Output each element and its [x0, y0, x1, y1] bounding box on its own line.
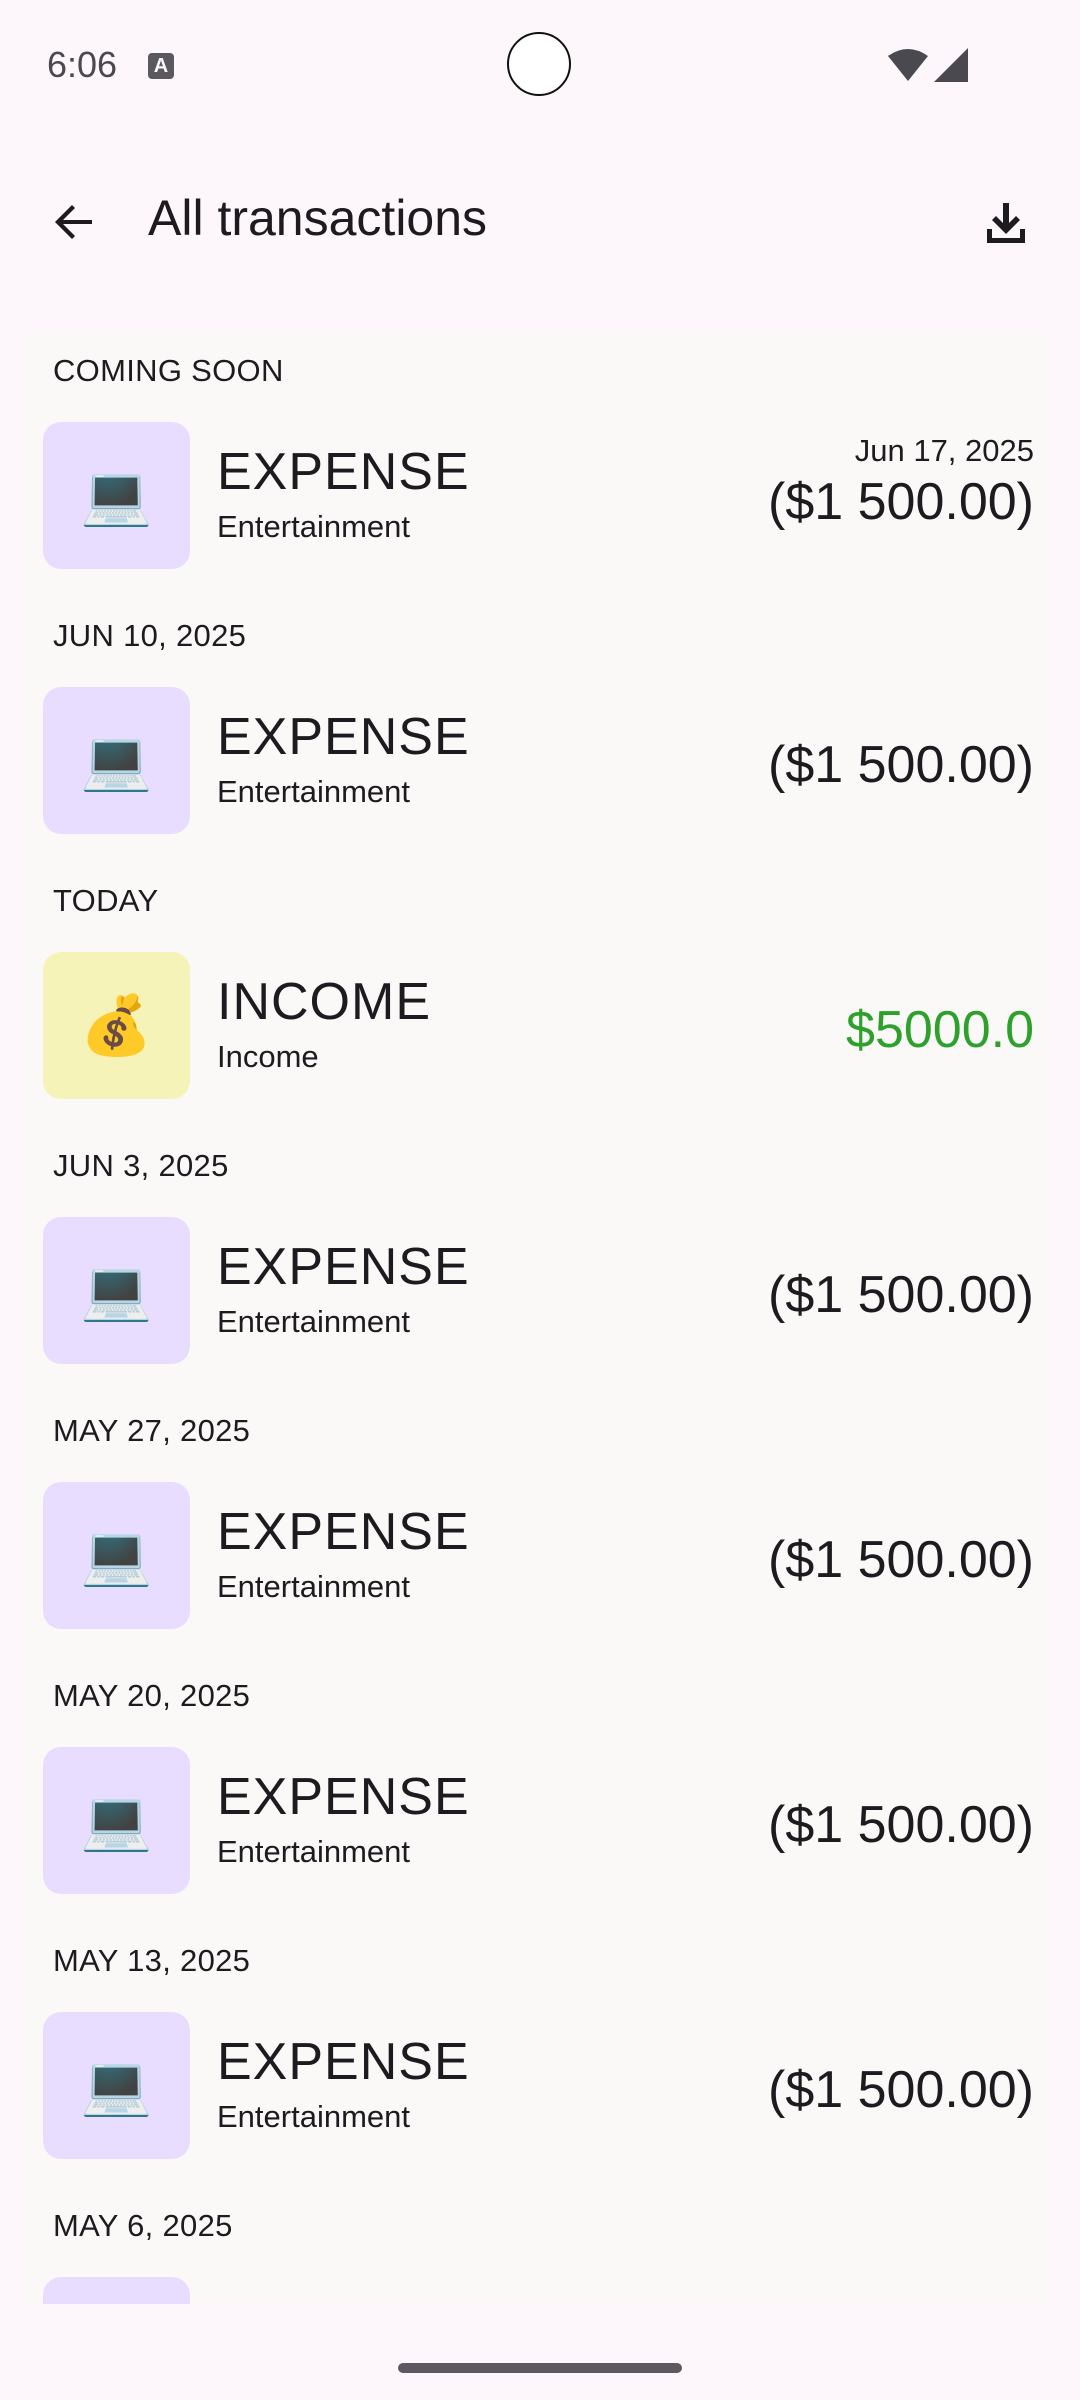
camera-cutout	[507, 32, 571, 96]
accessibility-notification-icon: A	[148, 53, 174, 79]
arrow-back-icon	[55, 205, 92, 239]
status-time: 6:06	[47, 44, 118, 85]
transaction-type: EXPENSE	[217, 1238, 470, 1296]
transaction-section: MAY 13, 2025 💻 EXPENSE Entertainment ($1…	[26, 1922, 1050, 2187]
transaction-amount: ($1 500.00)	[768, 1531, 1034, 1589]
transaction-type: EXPENSE	[217, 708, 470, 766]
transaction-category: Entertainment	[217, 1304, 410, 1339]
transaction-section: TODAY 💰 INCOME Income $5000.0	[26, 862, 1050, 1127]
transaction-category: Entertainment	[217, 1569, 410, 1604]
wifi-icon	[888, 49, 928, 81]
transactions-list[interactable]: COMING SOON 💻 EXPENSE Entertainment Jun …	[26, 332, 1050, 2304]
transaction-section: JUN 10, 2025 💻 EXPENSE Entertainment ($1…	[26, 597, 1050, 862]
app-bar: All transactions	[0, 160, 1080, 272]
transaction-section: MAY 6, 2025	[26, 2187, 1050, 2304]
money-bag-icon: 💰	[43, 952, 190, 1099]
transaction-type: EXPENSE	[217, 1768, 470, 1826]
section-header: JUN 10, 2025	[53, 618, 247, 653]
transaction-amount: ($1 500.00)	[768, 1266, 1034, 1324]
download-icon	[987, 203, 1025, 243]
section-header: TODAY	[53, 883, 159, 918]
transaction-type: INCOME	[217, 973, 431, 1031]
transaction-category: Entertainment	[217, 509, 410, 544]
transaction-row[interactable]	[26, 2277, 1050, 2304]
transaction-row[interactable]: 💰 INCOME Income $5000.0	[26, 952, 1050, 1099]
section-header: MAY 20, 2025	[53, 1678, 251, 1713]
transaction-date: Jun 17, 2025	[854, 433, 1034, 468]
page-title: All transactions	[148, 190, 488, 246]
transaction-amount: ($1 500.00)	[768, 473, 1034, 531]
transaction-category: Income	[217, 1039, 319, 1074]
home-indicator[interactable]	[398, 2363, 682, 2373]
transaction-category: Entertainment	[217, 2099, 410, 2134]
laptop-icon: 💻	[43, 1482, 190, 1629]
download-button[interactable]	[970, 186, 1042, 258]
transaction-section: MAY 27, 2025 💻 EXPENSE Entertainment ($1…	[26, 1392, 1050, 1657]
transaction-type: EXPENSE	[217, 2033, 470, 2091]
laptop-icon: 💻	[43, 1217, 190, 1364]
back-button[interactable]	[40, 188, 108, 256]
transaction-row[interactable]: 💻 EXPENSE Entertainment ($1 500.00)	[26, 1482, 1050, 1629]
laptop-icon: 💻	[43, 687, 190, 834]
laptop-icon: 💻	[43, 1747, 190, 1894]
partial-item-icon	[43, 2277, 190, 2304]
section-header: COMING SOON	[53, 353, 284, 388]
transaction-row[interactable]: 💻 EXPENSE Entertainment ($1 500.00)	[26, 2012, 1050, 2159]
transaction-amount: $5000.0	[846, 1001, 1034, 1059]
transaction-section: JUN 3, 2025 💻 EXPENSE Entertainment ($1 …	[26, 1127, 1050, 1392]
transaction-section: COMING SOON 💻 EXPENSE Entertainment Jun …	[26, 332, 1050, 597]
transaction-type: EXPENSE	[217, 443, 470, 501]
section-header: MAY 6, 2025	[53, 2208, 233, 2243]
section-header: JUN 3, 2025	[53, 1148, 229, 1183]
transaction-amount: ($1 500.00)	[768, 2061, 1034, 2119]
laptop-icon: 💻	[43, 422, 190, 569]
section-header: MAY 27, 2025	[53, 1413, 251, 1448]
transaction-category: Entertainment	[217, 1834, 410, 1869]
transaction-type: EXPENSE	[217, 1503, 470, 1561]
status-bar: 6:06 A	[0, 0, 1080, 130]
transaction-category: Entertainment	[217, 774, 410, 809]
signal-icon	[934, 48, 968, 82]
transaction-amount: ($1 500.00)	[768, 736, 1034, 794]
laptop-icon: 💻	[43, 2012, 190, 2159]
transaction-amount: ($1 500.00)	[768, 1796, 1034, 1854]
transaction-section: MAY 20, 2025 💻 EXPENSE Entertainment ($1…	[26, 1657, 1050, 1922]
transaction-row[interactable]: 💻 EXPENSE Entertainment ($1 500.00)	[26, 1747, 1050, 1894]
transaction-row[interactable]: 💻 EXPENSE Entertainment Jun 17, 2025 ($1…	[26, 422, 1050, 569]
transaction-row[interactable]: 💻 EXPENSE Entertainment ($1 500.00)	[26, 687, 1050, 834]
section-header: MAY 13, 2025	[53, 1943, 251, 1978]
transaction-row[interactable]: 💻 EXPENSE Entertainment ($1 500.00)	[26, 1217, 1050, 1364]
